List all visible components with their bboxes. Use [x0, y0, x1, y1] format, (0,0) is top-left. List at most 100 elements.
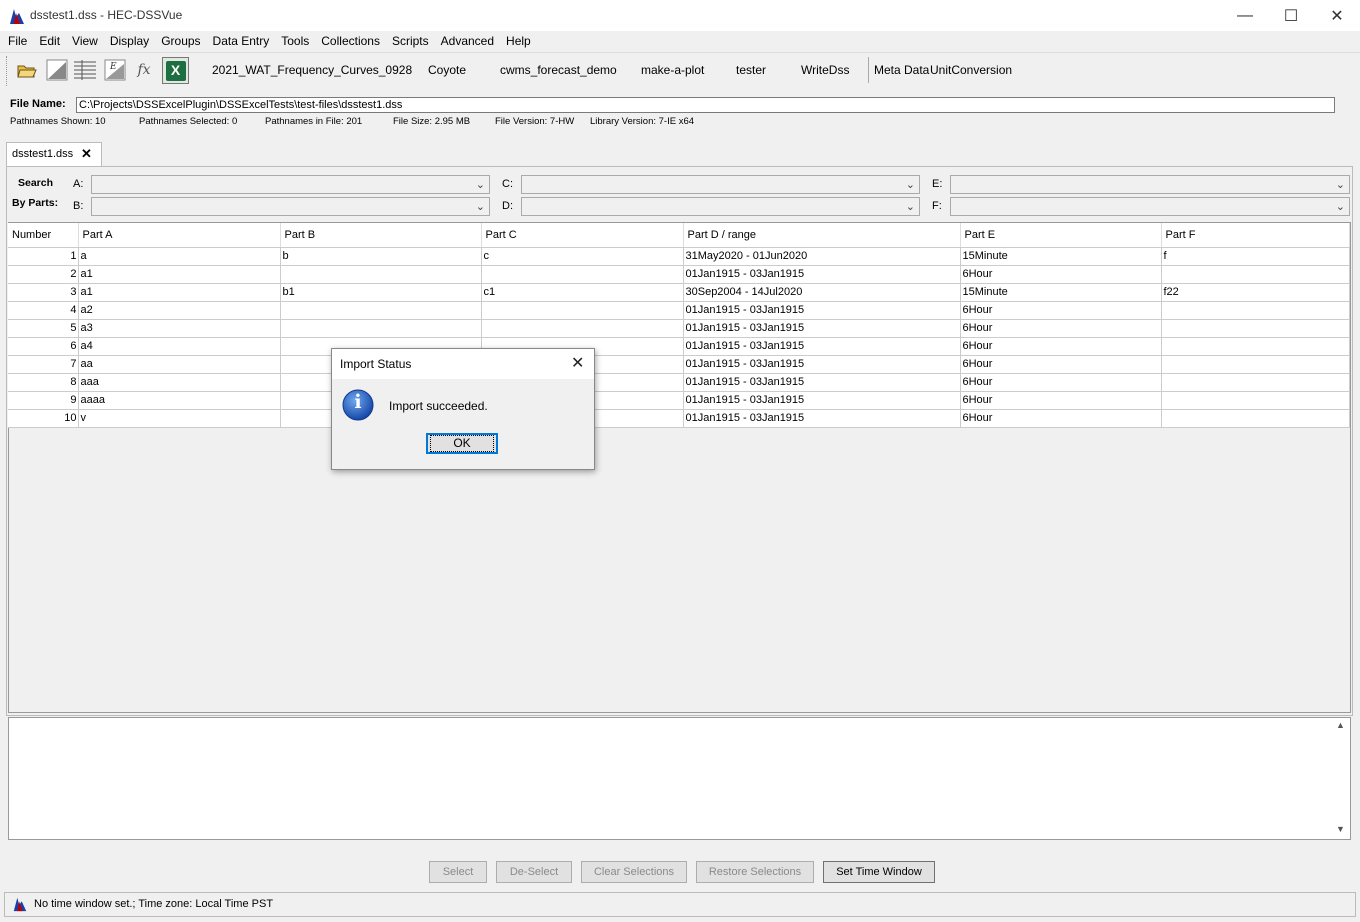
menu-tools[interactable]: Tools	[275, 31, 315, 52]
menu-bar: File Edit View Display Groups Data Entry…	[0, 31, 1360, 52]
menu-advanced[interactable]: Advanced	[435, 31, 500, 52]
table-cell	[1161, 301, 1350, 320]
script-button-tester[interactable]: tester	[736, 63, 766, 77]
menu-display[interactable]: Display	[104, 31, 155, 52]
table-cell	[481, 319, 684, 338]
scroll-down-icon[interactable]: ▼	[1336, 824, 1345, 834]
ok-button[interactable]: OK	[426, 433, 498, 454]
clear-selections-button[interactable]: Clear Selections	[581, 861, 687, 883]
table-row[interactable]: 9 aaaa 01Jan1915 - 03Jan1915 6Hour	[8, 391, 1350, 410]
unit-conversion-button[interactable]: UnitConversion	[930, 63, 1012, 77]
maximize-button[interactable]: ☐	[1268, 0, 1314, 31]
table-cell: c1	[481, 283, 684, 302]
set-time-window-button[interactable]: Set Time Window	[823, 861, 935, 883]
app-logo-icon	[10, 9, 24, 24]
column-header-part-a[interactable]: Part A	[78, 223, 281, 248]
excel-import-icon[interactable]: X	[162, 57, 189, 84]
table-cell: f	[1161, 247, 1350, 266]
part-f-combo[interactable]: ⌄	[950, 197, 1350, 216]
menu-data-entry[interactable]: Data Entry	[207, 31, 276, 52]
file-name-field[interactable]: C:\Projects\DSSExcelPlugin\DSSExcelTests…	[76, 97, 1335, 113]
script-button-coyote[interactable]: Coyote	[428, 63, 466, 77]
table-row[interactable]: 4 a2 01Jan1915 - 03Jan1915 6Hour	[8, 301, 1350, 320]
part-a-combo[interactable]: ⌄	[91, 175, 490, 194]
ok-button-label: OK	[430, 435, 494, 452]
chevron-down-icon: ⌄	[905, 201, 915, 213]
restore-selections-button[interactable]: Restore Selections	[696, 861, 814, 883]
part-c-label: C:	[502, 178, 513, 190]
scroll-up-icon[interactable]: ▲	[1336, 720, 1345, 730]
table-cell: 15Minute	[960, 283, 1162, 302]
deselect-button[interactable]: De-Select	[496, 861, 572, 883]
table-row[interactable]: 6 a4 01Jan1915 - 03Jan1915 6Hour	[8, 337, 1350, 356]
plot-icon[interactable]	[45, 57, 69, 83]
info-icon-glyph: i	[354, 391, 362, 413]
table-cell	[280, 301, 482, 320]
menu-groups[interactable]: Groups	[155, 31, 206, 52]
tabulate-icon[interactable]	[73, 57, 97, 83]
menu-edit[interactable]: Edit	[33, 31, 66, 52]
table-row[interactable]: 5 a3 01Jan1915 - 03Jan1915 6Hour	[8, 319, 1350, 338]
part-b-combo[interactable]: ⌄	[91, 197, 490, 216]
part-e-combo[interactable]: ⌄	[950, 175, 1350, 194]
meta-data-button[interactable]: Meta Data	[874, 63, 929, 77]
column-header-part-b[interactable]: Part B	[280, 223, 482, 248]
table-cell: 6Hour	[960, 355, 1162, 374]
close-button[interactable]: ✕	[1314, 0, 1360, 31]
math-fx-icon[interactable]: fx	[132, 57, 156, 83]
dialog-close-icon[interactable]: ✕	[571, 353, 584, 373]
pathnames-selected: Pathnames Selected: 0	[139, 116, 238, 127]
title-bar	[0, 0, 1360, 31]
table-row[interactable]: 8 aaa 01Jan1915 - 03Jan1915 6Hour	[8, 373, 1350, 392]
part-e-label: E:	[932, 178, 943, 190]
minimize-button[interactable]: —	[1222, 0, 1268, 31]
part-c-combo[interactable]: ⌄	[521, 175, 920, 194]
table-cell: a4	[78, 337, 281, 356]
table-cell: 15Minute	[960, 247, 1162, 266]
menu-scripts[interactable]: Scripts	[386, 31, 435, 52]
column-header-number[interactable]: Number	[8, 223, 79, 248]
table-row[interactable]: 10 v 01Jan1915 - 03Jan1915 6Hour	[8, 409, 1350, 428]
script-button-frequency-curves[interactable]: 2021_WAT_Frequency_Curves_0928	[212, 63, 412, 77]
open-folder-icon[interactable]	[15, 57, 39, 83]
table-cell: 01Jan1915 - 03Jan1915	[683, 319, 961, 338]
selection-list-area[interactable]	[8, 717, 1351, 840]
tab-close-icon[interactable]: ✕	[81, 146, 92, 162]
table-row[interactable]: 1 a b c 31May2020 - 01Jun2020 15Minute f	[8, 247, 1350, 266]
toolbar-grip	[6, 56, 10, 86]
column-header-part-e[interactable]: Part E	[960, 223, 1162, 248]
part-d-combo[interactable]: ⌄	[521, 197, 920, 216]
chevron-down-icon: ⌄	[1335, 201, 1345, 213]
status-logo-icon	[13, 897, 27, 912]
select-button[interactable]: Select	[429, 861, 487, 883]
table-cell: f22	[1161, 283, 1350, 302]
table-cell: 6Hour	[960, 337, 1162, 356]
column-header-part-d[interactable]: Part D / range	[683, 223, 961, 248]
window-title: dsstest1.dss - HEC-DSSVue	[30, 8, 183, 22]
script-button-cwms-forecast-demo[interactable]: cwms_forecast_demo	[500, 63, 617, 77]
edit-data-icon[interactable]: E	[103, 57, 127, 83]
script-button-writedss[interactable]: WriteDss	[801, 63, 849, 77]
chevron-down-icon: ⌄	[475, 179, 485, 191]
menu-view[interactable]: View	[66, 31, 104, 52]
table-row[interactable]: 3 a1 b1 c1 30Sep2004 - 14Jul2020 15Minute f22	[8, 283, 1350, 302]
script-button-make-a-plot[interactable]: make-a-plot	[641, 63, 704, 77]
by-parts-label: By Parts:	[12, 197, 59, 209]
menu-collections[interactable]: Collections	[315, 31, 386, 52]
chevron-down-icon: ⌄	[475, 201, 485, 213]
svg-text:E: E	[109, 62, 117, 72]
table-cell	[1161, 265, 1350, 284]
table-cell: b	[280, 247, 482, 266]
table-row[interactable]: 2 a1 01Jan1915 - 03Jan1915 6Hour	[8, 265, 1350, 284]
menu-file[interactable]: File	[2, 31, 33, 52]
pathnames-in-file: Pathnames in File: 201	[265, 116, 363, 127]
table-cell: 30Sep2004 - 14Jul2020	[683, 283, 961, 302]
table-cell: a3	[78, 319, 281, 338]
table-cell: aaa	[78, 373, 281, 392]
table-cell: 6Hour	[960, 391, 1162, 410]
column-header-part-c[interactable]: Part C	[481, 223, 684, 248]
table-row[interactable]: 7 aa 01Jan1915 - 03Jan1915 6Hour	[8, 355, 1350, 374]
column-header-part-f[interactable]: Part F	[1161, 223, 1350, 248]
table-cell: 10	[8, 409, 79, 428]
menu-help[interactable]: Help	[500, 31, 537, 52]
